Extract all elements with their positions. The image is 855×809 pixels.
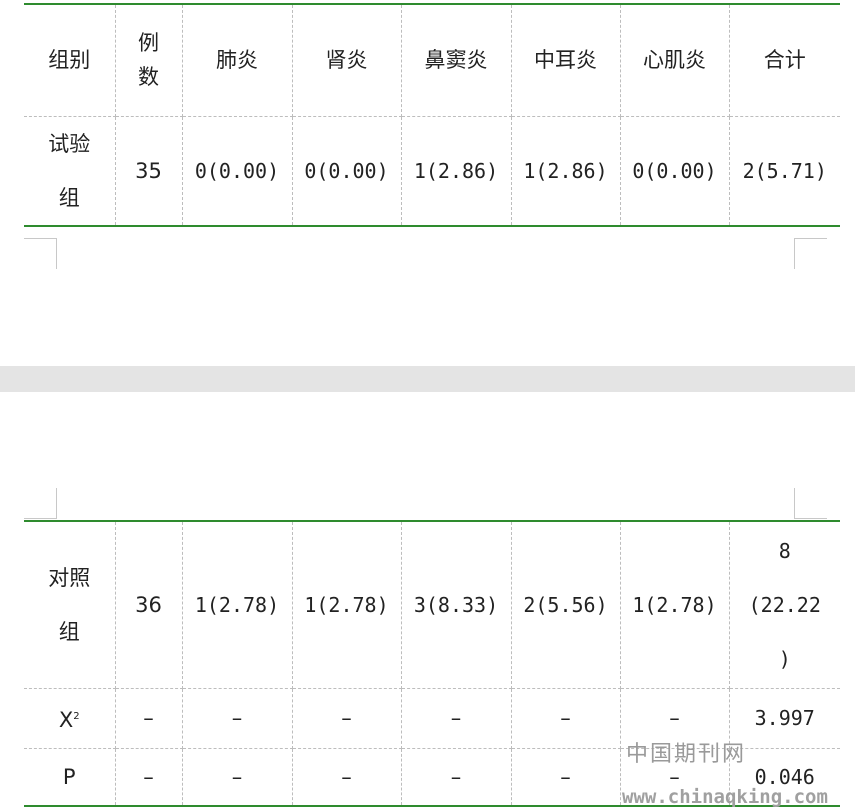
header-pneumonia: 肺炎	[181, 4, 293, 117]
p-dash: –	[291, 748, 402, 806]
header-row: 组别 例 数 肺炎 肾炎 鼻窦炎 中耳炎 心肌炎 合计	[24, 4, 840, 117]
chi-dash: –	[181, 688, 293, 749]
chi-label-sup: 2	[73, 710, 80, 722]
control-total: 8 (22.22 )	[728, 521, 840, 689]
watermark-cn: 中国期刊网	[626, 742, 747, 767]
trial-group-line1: 试验	[48, 131, 91, 156]
control-group-line1: 对照	[48, 565, 91, 590]
p-dash: –	[510, 748, 621, 806]
header-total: 合计	[728, 4, 840, 117]
trial-group-line2: 组	[58, 185, 80, 210]
control-otitis: 2(5.56)	[510, 521, 621, 689]
chi-dash: –	[291, 688, 402, 749]
chi-dash: –	[114, 688, 183, 749]
control-n: 36	[114, 521, 183, 689]
p-value-label: P	[24, 748, 116, 806]
chi-label-text: X	[58, 707, 74, 732]
p-dash: –	[114, 748, 183, 806]
header-myocarditis: 心肌炎	[619, 4, 730, 117]
chi-square-label: X2	[24, 688, 116, 749]
control-myocarditis: 1(2.78)	[619, 521, 730, 689]
page-corner-mark	[24, 238, 57, 269]
trial-pneumonia: 0(0.00)	[181, 116, 293, 227]
page-gap	[0, 366, 855, 392]
header-cases: 例 数	[114, 4, 183, 117]
control-total-line1: 8	[778, 538, 791, 563]
trial-n: 35	[114, 116, 183, 227]
control-sinusitis: 3(8.33)	[400, 521, 512, 689]
control-total-line3: )	[778, 646, 791, 671]
header-group: 组别	[24, 4, 116, 117]
trial-nephritis: 0(0.00)	[291, 116, 402, 227]
page-corner-mark	[794, 488, 827, 519]
p-dash: –	[181, 748, 293, 806]
p-dash: –	[400, 748, 512, 806]
chi-dash: –	[400, 688, 512, 749]
control-group: 对照 组	[24, 521, 116, 689]
stats-table-top: 组别 例 数 肺炎 肾炎 鼻窦炎 中耳炎 心肌炎 合计 试验 组 35 0(0.…	[24, 3, 840, 227]
header-nephritis: 肾炎	[291, 4, 402, 117]
page-corner-mark	[794, 238, 827, 269]
chi-dash: –	[510, 688, 621, 749]
control-total-line2: (22.22	[748, 592, 821, 617]
control-pneumonia: 1(2.78)	[181, 521, 293, 689]
header-cases-line2: 数	[138, 65, 159, 90]
control-nephritis: 1(2.78)	[291, 521, 402, 689]
header-otitis: 中耳炎	[510, 4, 621, 117]
trial-sinusitis: 1(2.86)	[400, 116, 512, 227]
trial-row: 试验 组 35 0(0.00) 0(0.00) 1(2.86) 1(2.86) …	[24, 116, 840, 227]
control-group-line2: 组	[58, 619, 80, 644]
watermark-url: www.chinaqking.com	[622, 786, 828, 808]
trial-myocarditis: 0(0.00)	[619, 116, 730, 227]
header-cases-line1: 例	[138, 31, 159, 56]
trial-otitis: 1(2.86)	[510, 116, 621, 227]
trial-total: 2(5.71)	[728, 116, 840, 227]
control-row: 对照 组 36 1(2.78) 1(2.78) 3(8.33) 2(5.56) …	[24, 521, 840, 689]
trial-group: 试验 组	[24, 116, 116, 227]
page-corner-mark	[24, 488, 57, 519]
header-sinusitis: 鼻窦炎	[400, 4, 512, 117]
